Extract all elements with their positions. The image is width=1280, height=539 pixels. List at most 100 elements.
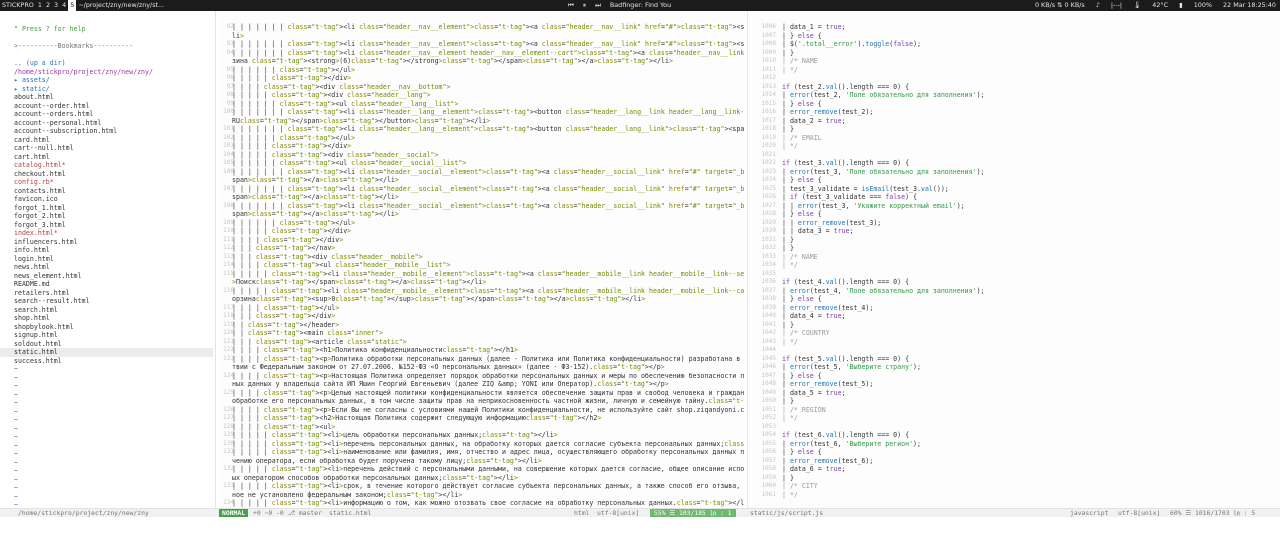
code-line[interactable]: | | error(test_3, 'Укажите корректный em… — [782, 202, 1278, 211]
code-line[interactable] — [782, 423, 1278, 432]
tree-file[interactable]: forgot_1.html — [14, 204, 213, 213]
code-line[interactable]: | */ — [782, 491, 1278, 500]
code-line[interactable]: | error(test_5, 'Выберите страну'); — [782, 363, 1278, 372]
code-line[interactable]: | if (test_3_validate === false) { — [782, 193, 1278, 202]
volume-indicator[interactable]: ♪ |---| — [1096, 1, 1122, 9]
file-tree-pane[interactable]: " Press ? for help >----------Bookmarks-… — [0, 11, 216, 508]
code-line[interactable]: | error_remove(test_6); — [782, 457, 1278, 466]
code-line[interactable]: | | | | | class="t-tag"></div> — [232, 227, 744, 236]
tree-file[interactable]: soldout.html — [14, 340, 213, 349]
tree-file[interactable]: catalog.html* — [14, 161, 213, 170]
code-line[interactable]: | | error_remove(test_3); — [782, 219, 1278, 228]
tree-file[interactable]: influencers.html — [14, 238, 213, 247]
code-line[interactable]: | } else { — [782, 32, 1278, 41]
tree-file[interactable]: search.html — [14, 306, 213, 315]
code-line[interactable]: | | | | | | class="t-tag"></ul> — [232, 134, 744, 143]
code-line[interactable]: | } else { — [782, 100, 1278, 109]
code-line[interactable]: твии с Федеральным законом от 27.07.2006… — [232, 363, 744, 372]
code-line[interactable]: | */ — [782, 142, 1278, 151]
tree-file[interactable]: contacts.html — [14, 187, 213, 196]
pause-icon[interactable]: ⏸ — [583, 1, 586, 9]
code-line[interactable]: | error(test_3, 'Поле обязательно для за… — [782, 168, 1278, 177]
code-line[interactable]: | error_remove(test_4); — [782, 304, 1278, 313]
tree-dir[interactable]: ▸ assets/ — [14, 76, 213, 85]
code-line[interactable]: | | | | | | class="t-tag"></ul> — [232, 219, 744, 228]
code-line[interactable]: | /* NAME — [782, 57, 1278, 66]
js-code[interactable]: | data_1 = true; | } else {| $('.total__e… — [782, 23, 1278, 499]
code-line[interactable]: | error(test_2, 'Поле обязательно для за… — [782, 91, 1278, 100]
code-line[interactable]: | error(test_4, 'Поле обязательно для за… — [782, 287, 1278, 296]
tree-file[interactable]: index.html* — [14, 229, 213, 238]
tree-file[interactable]: about.html — [14, 93, 213, 102]
tree-file[interactable]: shop.html — [14, 314, 213, 323]
code-line[interactable]: | */ — [782, 261, 1278, 270]
code-line[interactable]: | | | | | class="t-tag"></div> — [232, 74, 744, 83]
workspace-3[interactable]: 3 — [52, 0, 60, 11]
tree-up-dir[interactable]: .. (up a dir) — [14, 59, 213, 68]
code-line[interactable]: | | | | class="t-tag"><p>Настоящая Полит… — [232, 372, 744, 381]
tree-file[interactable]: retailers.html — [14, 289, 213, 298]
code-line[interactable]: | /* EMAIL — [782, 134, 1278, 143]
code-line[interactable]: | error(test_6, 'Выберите регион'); — [782, 440, 1278, 449]
code-line[interactable]: | | | | class="t-tag"></div> — [232, 236, 744, 245]
code-line[interactable]: >Поискclass="t-tag"></span>class="t-tag"… — [232, 278, 744, 287]
code-line[interactable]: | | | | | | | class="t-tag"><li class="h… — [232, 185, 744, 194]
code-line[interactable]: if (test_6.val().length === 0) { — [782, 431, 1278, 440]
code-line[interactable]: | | | | class="t-tag"><ul class="header_… — [232, 261, 744, 270]
tree-dir[interactable]: ▸ static/ — [14, 85, 213, 94]
code-line[interactable]: | | | | | class="t-tag"><li>цель обработ… — [232, 431, 744, 440]
code-line[interactable]: | | class="t-tag"></header> — [232, 321, 744, 330]
code-line[interactable]: | } else { — [782, 372, 1278, 381]
code-line[interactable]: | $('.total__error').toggle(false); — [782, 40, 1278, 49]
code-line[interactable]: if (test_2.val().length === 0) { — [782, 83, 1278, 92]
tree-file[interactable]: signup.html — [14, 331, 213, 340]
workspace-2[interactable]: 2 — [44, 0, 52, 11]
code-line[interactable]: | */ — [782, 414, 1278, 423]
code-line[interactable]: | data_6 = true; — [782, 465, 1278, 474]
tree-file[interactable]: account--personal.html — [14, 119, 213, 128]
code-line[interactable]: | } — [782, 125, 1278, 134]
code-line[interactable]: | /* NAME — [782, 253, 1278, 262]
code-line[interactable]: | error_remove(test_5); — [782, 380, 1278, 389]
code-line[interactable]: | | | | | | | class="t-tag"><li class="h… — [232, 49, 744, 58]
code-line[interactable]: | /* REGION — [782, 406, 1278, 415]
code-line[interactable]: | | | | class="t-tag"><p>Если Вы не согл… — [232, 406, 744, 415]
code-line[interactable]: | | | | class="t-tag"><p>Политика обрабо… — [232, 355, 744, 364]
code-line[interactable]: зина class="t-tag"><strong>(6)class="t-t… — [232, 57, 744, 66]
code-line[interactable]: | | | | | class="t-tag"><li class="heade… — [232, 287, 744, 296]
code-line[interactable]: орзинаclass="t-tag"><sup>0class="t-tag">… — [232, 295, 744, 304]
tree-file[interactable]: news_element.html — [14, 272, 213, 281]
code-line[interactable]: ых оператором способов обработки персона… — [232, 474, 744, 483]
tree-file[interactable]: cart--null.html — [14, 144, 213, 153]
code-line[interactable]: | data_2 = true; — [782, 117, 1278, 126]
workspace-1[interactable]: 1 — [36, 0, 44, 11]
code-line[interactable]: | | | | | | class="t-tag"><ul class="hea… — [232, 159, 744, 168]
code-line[interactable]: span>class="t-tag"></a>class="t-tag"></l… — [232, 176, 744, 185]
code-line[interactable]: | } — [782, 49, 1278, 58]
code-line[interactable]: | } else { — [782, 210, 1278, 219]
code-line[interactable]: | data_4 = true; — [782, 312, 1278, 321]
code-line[interactable]: | } — [782, 474, 1278, 483]
workspace-4[interactable]: 4 — [60, 0, 68, 11]
code-line[interactable]: | | | class="t-tag"><article class="stat… — [232, 338, 744, 347]
code-line[interactable]: | } — [782, 236, 1278, 245]
code-line[interactable]: if (test_5.val().length === 0) { — [782, 355, 1278, 364]
prev-track-icon[interactable]: ⏮ — [568, 1, 574, 9]
code-line[interactable]: span>class="t-tag"></a>class="t-tag"></l… — [232, 210, 744, 219]
code-line[interactable]: | } else { — [782, 295, 1278, 304]
code-line[interactable]: | | | | class="t-tag"><ul> — [232, 423, 744, 432]
code-line[interactable]: | | | | class="t-tag"></ul> — [232, 304, 744, 313]
code-line[interactable]: | | | | | class="t-tag"><li>наименование… — [232, 448, 744, 457]
code-line[interactable]: li> — [232, 32, 744, 41]
html-editor-pane[interactable]: 92 93 94 95 96 97 98 99 100 101 102 103 104 105 106 107… — [218, 11, 746, 508]
code-line[interactable]: | */ — [782, 338, 1278, 347]
code-line[interactable]: | data_1 = true; — [782, 23, 1278, 32]
tree-file[interactable]: static.html — [0, 348, 213, 357]
code-line[interactable]: | | | | | | | class="t-tag"><li class="h… — [232, 202, 744, 211]
code-line[interactable]: | | | class="t-tag"><div class="header__… — [232, 253, 744, 262]
code-line[interactable]: ных данных у владельца сайта ИП Яшин Гео… — [232, 380, 744, 389]
code-line[interactable]: ное не установлено федеральным законом;c… — [232, 491, 744, 500]
tree-file[interactable]: shopbylook.html — [14, 323, 213, 332]
tree-file[interactable]: account--orders.html — [14, 110, 213, 119]
code-line[interactable]: | | | | | class="t-tag"><div class="head… — [232, 91, 744, 100]
